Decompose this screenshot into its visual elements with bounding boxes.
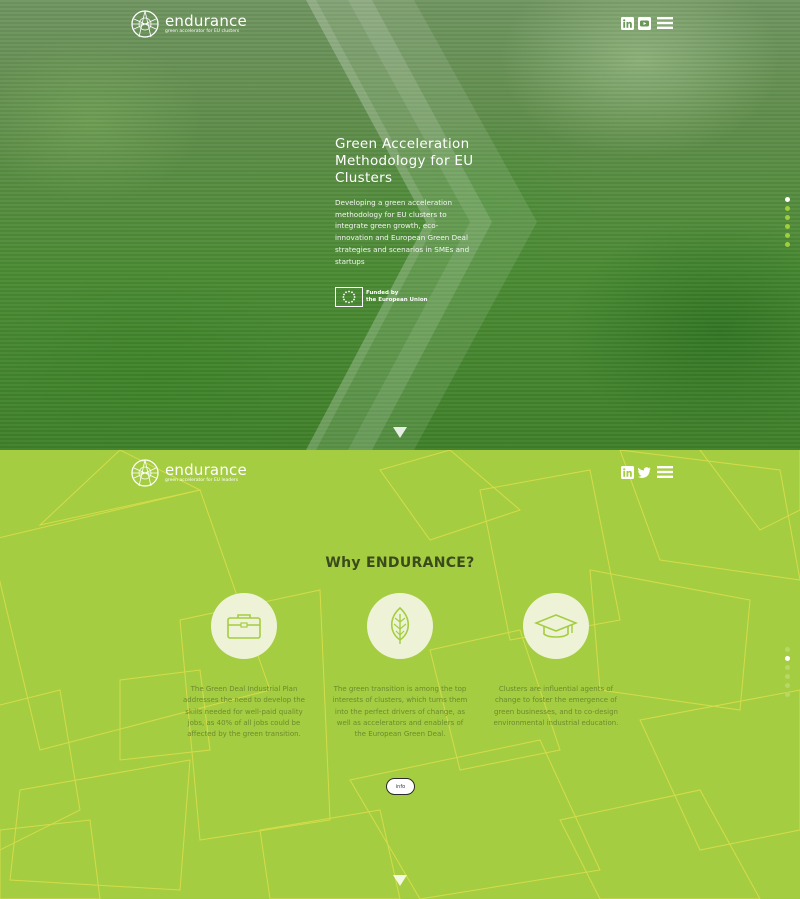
linkedin-icon[interactable]	[621, 465, 634, 479]
nav-dot[interactable]	[785, 683, 790, 688]
eu-funding-badge: Funded by the European Union	[335, 287, 475, 308]
feature-text: The green transition is among the top in…	[332, 685, 468, 739]
feature-card: The green transition is among the top in…	[320, 593, 480, 740]
hero-title: Green Acceleration Methodology for EU Cl…	[335, 136, 474, 186]
logo[interactable]: endurance green accelerator for EU leade…	[129, 457, 247, 489]
linkedin-icon[interactable]	[621, 16, 634, 30]
feature-card: Clusters are influential agents of chang…	[476, 593, 636, 729]
twitter-icon[interactable]	[638, 466, 651, 479]
logo[interactable]: endurance green accelerator for EU clust…	[129, 8, 247, 40]
feature-text: Clusters are influential agents of chang…	[493, 685, 619, 727]
nav-dot[interactable]	[785, 665, 790, 670]
hero-description: Developing a green acceleration methodol…	[335, 198, 470, 266]
menu-icon[interactable]	[657, 465, 673, 479]
section-dots	[785, 197, 790, 247]
funding-line-2: the European Union	[366, 297, 428, 304]
eu-flag-icon	[335, 287, 363, 308]
nav-dot[interactable]	[785, 692, 790, 697]
funding-line-1: Funded by	[366, 290, 399, 297]
section-title: Why ENDURANCE?	[325, 555, 475, 571]
why-section: endurance green accelerator for EU leade…	[0, 450, 800, 899]
nav-dot[interactable]	[785, 242, 790, 247]
info-button[interactable]: info	[386, 778, 415, 795]
logo-globe-icon	[131, 10, 159, 38]
nav-dot[interactable]	[785, 215, 790, 220]
social-links	[621, 16, 673, 30]
nav-dot[interactable]	[785, 224, 790, 229]
feature-card: The Green Deal Industrial Plan addresses…	[164, 593, 324, 740]
social-links	[621, 465, 673, 479]
nav-dot[interactable]	[785, 206, 790, 211]
nav-dot[interactable]	[785, 647, 790, 652]
briefcase-icon	[211, 593, 277, 659]
scroll-down-arrow-icon[interactable]	[393, 427, 407, 438]
hero-section: endurance green accelerator for EU clust…	[0, 0, 800, 450]
nav-dot[interactable]	[785, 656, 790, 661]
logo-globe-icon	[131, 459, 159, 487]
nav-dot[interactable]	[785, 233, 790, 238]
hero-content: Green Acceleration Methodology for EU Cl…	[335, 136, 475, 308]
nav-dot[interactable]	[785, 674, 790, 679]
feature-text: The Green Deal Industrial Plan addresses…	[183, 685, 305, 739]
graduation-cap-icon	[523, 593, 589, 659]
scroll-down-arrow-icon[interactable]	[393, 875, 407, 886]
section-dots	[785, 647, 790, 697]
logo-tagline: green accelerator for EU clusters	[165, 28, 240, 34]
leaf-icon	[367, 593, 433, 659]
menu-icon[interactable]	[657, 16, 673, 30]
logo-name: endurance	[165, 460, 247, 479]
nav-dot[interactable]	[785, 197, 790, 202]
logo-tagline: green accelerator for EU leaders	[165, 477, 239, 483]
logo-name: endurance	[165, 11, 247, 30]
youtube-icon[interactable]	[638, 16, 651, 30]
